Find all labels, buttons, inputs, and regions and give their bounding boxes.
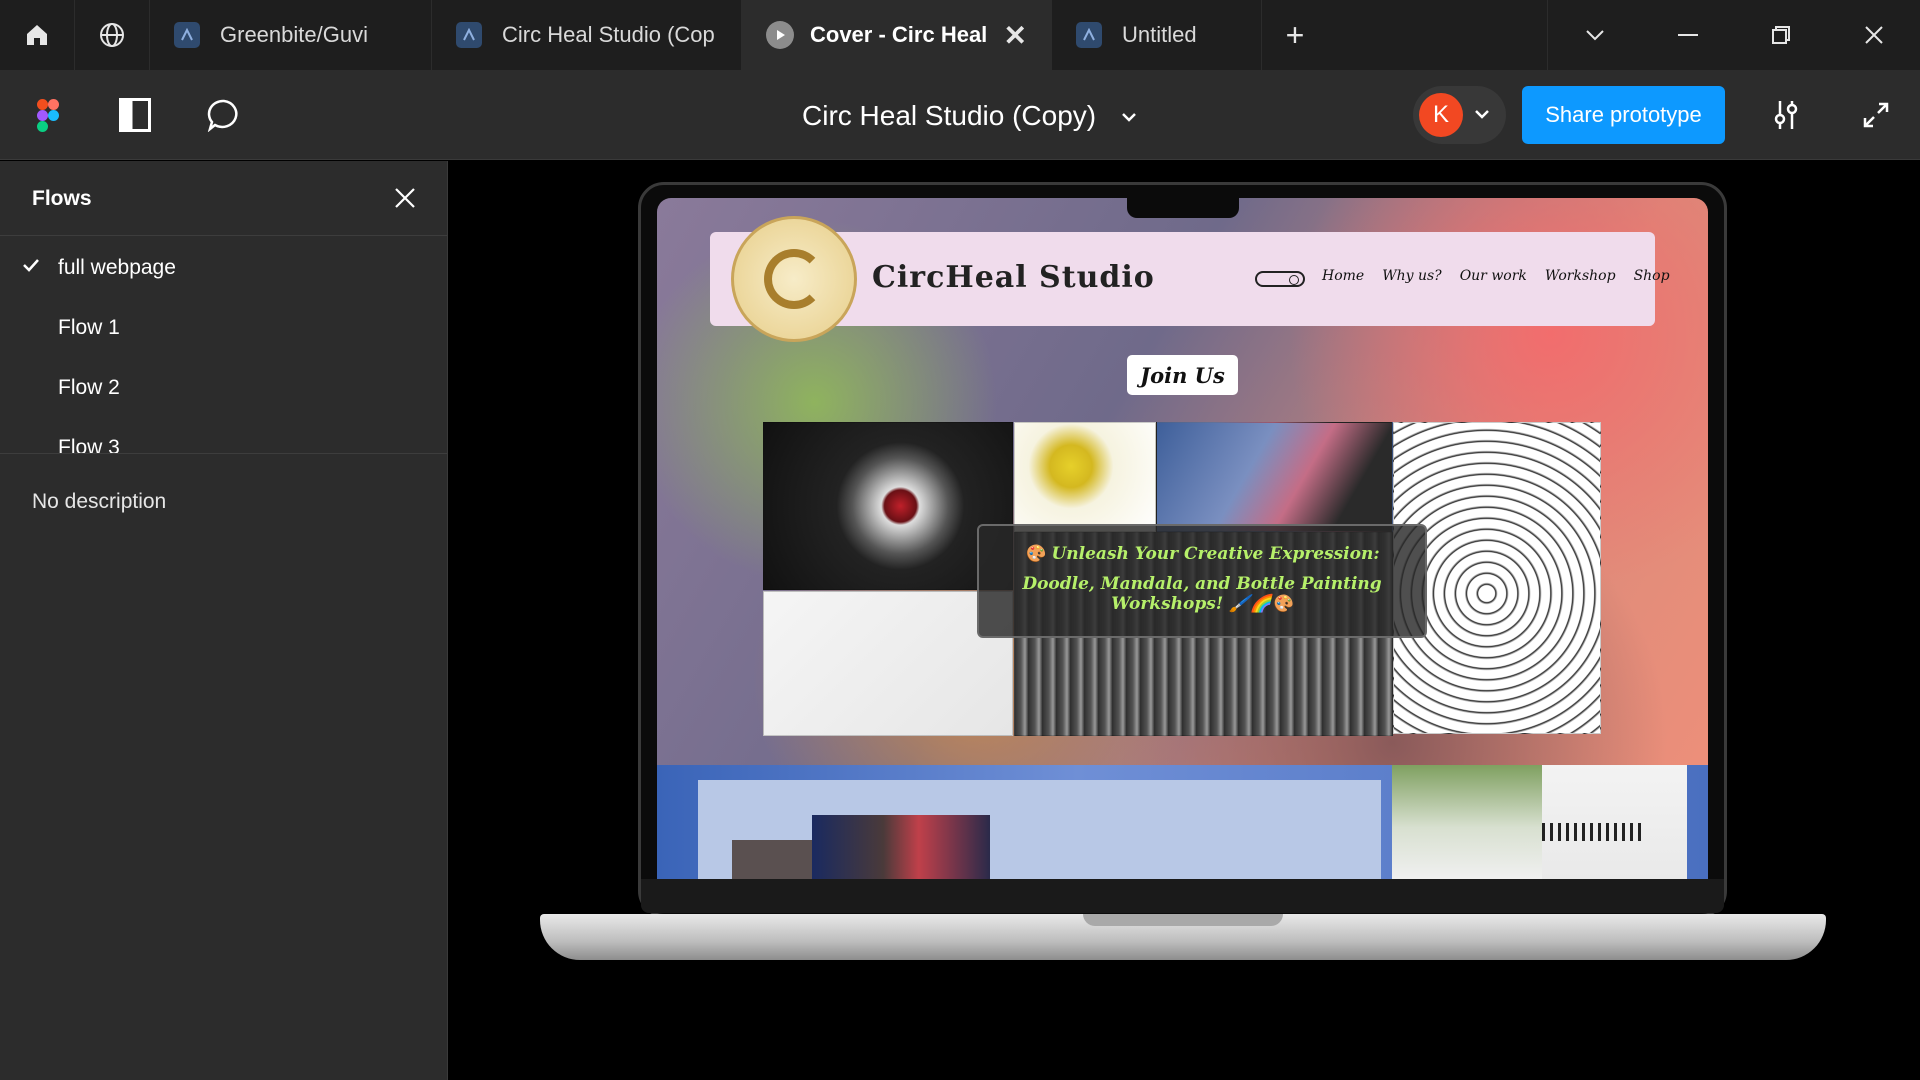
tab-greenbite[interactable]: Greenbite/Guvi <box>150 0 432 70</box>
restore-icon <box>1771 26 1790 44</box>
flow-label: Flow 3 <box>58 436 120 454</box>
join-us-button[interactable]: Join Us <box>1127 355 1238 395</box>
close-icon <box>1864 26 1883 44</box>
colorful-mural-photo <box>1156 422 1393 532</box>
banner-line-1: 🎨 Unleash Your Creative Expression: <box>1024 544 1380 564</box>
tab-cover-prototype[interactable]: Cover - Circ Heal S ✕ <box>742 0 1052 70</box>
document-title-text: Circ Heal Studio (Copy) <box>802 100 1097 131</box>
expand-icon <box>1863 102 1889 128</box>
flow-list: full webpage Flow 1 Flow 2 Flow 3 <box>0 236 447 454</box>
chevron-down-icon <box>1122 113 1136 122</box>
sketchbook-spiral <box>1542 823 1642 841</box>
camera-notch <box>1127 198 1239 218</box>
butterfly-calligraphy-photo <box>763 591 1013 736</box>
workshop-group-photo <box>812 815 990 879</box>
checkmark-icon <box>23 259 39 272</box>
prototype-toolbar: Circ Heal Studio (Copy) K Share prototyp… <box>0 70 1920 160</box>
tab-circ-heal-copy[interactable]: Circ Heal Studio (Cop <box>432 0 742 70</box>
site-logo[interactable] <box>731 216 857 342</box>
close-window-button[interactable] <box>1827 0 1920 70</box>
user-menu-button[interactable]: K <box>1413 86 1506 144</box>
fullscreen-button[interactable] <box>1857 96 1895 134</box>
site-menu-shop[interactable]: Shop <box>1634 268 1670 284</box>
document-title[interactable]: Circ Heal Studio (Copy) <box>802 100 1136 132</box>
chevron-down-icon <box>1475 110 1489 119</box>
minimize-icon <box>1677 34 1698 36</box>
flow-item-flow-3[interactable]: Flow 3 <box>0 418 447 454</box>
close-flows-button[interactable] <box>390 183 420 213</box>
figma-file-icon <box>174 22 200 48</box>
figma-file-icon <box>456 22 482 48</box>
tab-label: Circ Heal Studio (Cop <box>502 22 715 47</box>
title-bar: Greenbite/Guvi Circ Heal Studio (Cop Cov… <box>0 0 1920 70</box>
workshop-photo-small <box>732 840 812 879</box>
site-menu-why-us[interactable]: Why us? <box>1382 268 1441 284</box>
flow-item-flow-1[interactable]: Flow 1 <box>0 298 447 358</box>
tab-close-icon[interactable]: ✕ <box>1004 19 1027 52</box>
sketchbook-photo <box>1542 765 1687 879</box>
site-menu: Home Why us? Our work Workshop Shop <box>1322 268 1670 284</box>
toggle-sidebar-button[interactable] <box>116 96 154 134</box>
minimize-button[interactable] <box>1641 0 1734 70</box>
chevron-down-icon <box>1585 30 1604 41</box>
tab-untitled[interactable]: Untitled <box>1052 0 1262 70</box>
prototype-settings-button[interactable] <box>1767 96 1805 134</box>
flow-description: No description <box>32 490 167 513</box>
flow-label: full webpage <box>58 256 176 279</box>
tab-label: Greenbite/Guvi <box>220 22 368 47</box>
comment-icon <box>207 99 238 132</box>
flow-item-flow-2[interactable]: Flow 2 <box>0 358 447 418</box>
flows-title: Flows <box>32 187 92 210</box>
notebook-nature-photo <box>1392 765 1542 879</box>
flows-panel: Flows full webpage Flow 1 Flow 2 Flow 3 … <box>0 161 448 1080</box>
home-icon <box>27 25 47 45</box>
community-button[interactable] <box>75 0 150 70</box>
plus-icon: + <box>1285 16 1305 53</box>
flows-header: Flows <box>0 161 447 236</box>
comments-button[interactable] <box>205 96 243 134</box>
site-menu-home[interactable]: Home <box>1322 268 1364 284</box>
globe-icon <box>100 23 124 47</box>
sidebar-icon <box>119 98 151 132</box>
tabs-dropdown-button[interactable] <box>1548 0 1641 70</box>
tab-label: Cover - Circ Heal S <box>810 22 990 47</box>
tab-label: Untitled <box>1122 22 1197 47</box>
avatar: K <box>1419 93 1463 137</box>
home-button[interactable] <box>0 0 75 70</box>
site-name: CircHeal Studio <box>872 260 1155 295</box>
flow-item-full-webpage[interactable]: full webpage <box>0 238 447 298</box>
figma-file-icon <box>1076 22 1102 48</box>
flow-label: Flow 1 <box>58 316 120 339</box>
close-icon <box>395 188 415 208</box>
restore-button[interactable] <box>1734 0 1827 70</box>
laptop-hinge <box>641 879 1724 913</box>
search-toggle[interactable] <box>1255 271 1305 287</box>
banner-line-2: Doodle, Mandala, and Bottle Painting Wor… <box>1022 574 1382 614</box>
share-prototype-button[interactable]: Share prototype <box>1522 86 1725 144</box>
figma-menu-button[interactable] <box>30 97 66 133</box>
flow-label: Flow 2 <box>58 376 120 399</box>
play-icon <box>766 21 794 49</box>
mandala-notebook-photo <box>763 422 1013 590</box>
paint-splash-photo <box>1014 422 1156 532</box>
laptop-thumb-notch <box>1083 914 1283 926</box>
figma-logo-icon <box>37 98 59 132</box>
site-menu-workshop[interactable]: Workshop <box>1545 268 1616 284</box>
new-tab-button[interactable]: + <box>1262 0 1328 70</box>
workshop-banner: 🎨 Unleash Your Creative Expression: Dood… <box>977 524 1427 638</box>
site-menu-our-work[interactable]: Our work <box>1460 268 1527 284</box>
settings-sliders-icon <box>1774 101 1798 129</box>
logo-ring <box>764 249 824 309</box>
